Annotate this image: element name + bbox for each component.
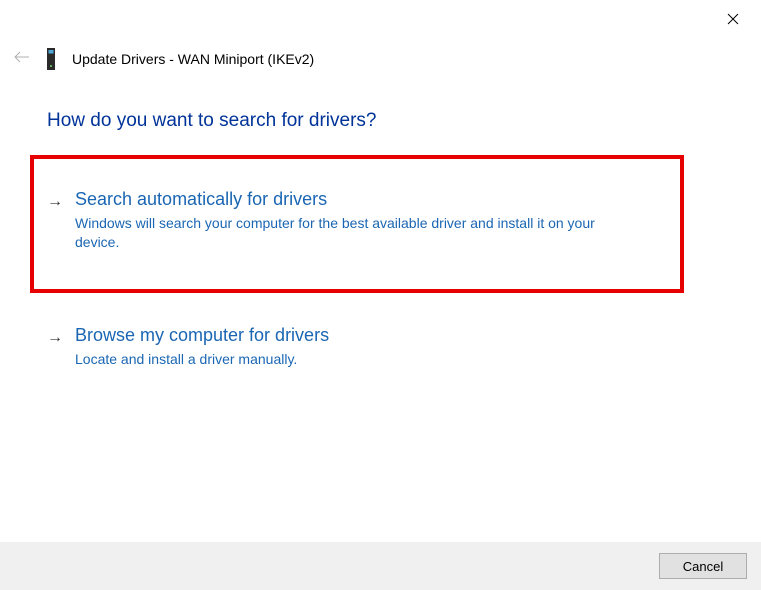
- option-description: Windows will search your computer for th…: [75, 214, 635, 252]
- dialog-footer: Cancel: [0, 542, 761, 590]
- page-heading: How do you want to search for drivers?: [47, 110, 377, 132]
- option-title: Search automatically for drivers: [75, 189, 687, 210]
- option-body: Search automatically for drivers Windows…: [75, 189, 687, 252]
- cancel-button[interactable]: Cancel: [659, 553, 747, 579]
- close-button[interactable]: [723, 10, 743, 30]
- device-icon: [44, 48, 58, 70]
- back-arrow-icon: [14, 51, 30, 67]
- option-body: Browse my computer for drivers Locate an…: [75, 325, 687, 369]
- option-description: Locate and install a driver manually.: [75, 350, 635, 369]
- option-browse-computer[interactable]: → Browse my computer for drivers Locate …: [47, 325, 687, 369]
- option-title: Browse my computer for drivers: [75, 325, 687, 346]
- option-search-automatically[interactable]: → Search automatically for drivers Windo…: [47, 189, 687, 252]
- dialog-header: Update Drivers - WAN Miniport (IKEv2): [14, 48, 314, 70]
- dialog-title: Update Drivers - WAN Miniport (IKEv2): [72, 51, 314, 67]
- arrow-right-icon: →: [47, 325, 63, 351]
- arrow-right-icon: →: [47, 189, 63, 215]
